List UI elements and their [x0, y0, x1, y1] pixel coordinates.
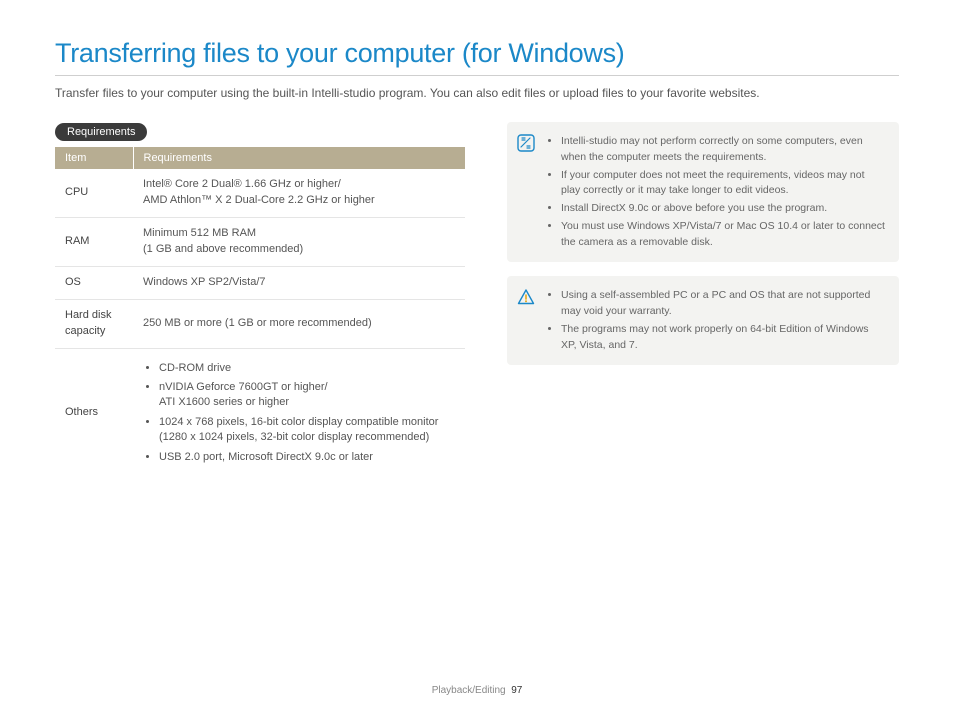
cell-label: RAM	[55, 217, 133, 266]
table-row: CPU Intel® Core 2 Dual® 1.66 GHz or high…	[55, 169, 465, 217]
list-item: If your computer does not meet the requi…	[561, 168, 885, 200]
warning-box: Using a self-assembled PC or a PC and OS…	[507, 276, 899, 365]
left-column: Requirements Item Requirements CPU Intel…	[55, 122, 465, 477]
cell-value: 250 MB or more (1 GB or more recommended…	[133, 299, 465, 348]
page-number: 97	[511, 685, 522, 696]
warning-icon	[517, 286, 535, 355]
requirements-badge: Requirements	[55, 123, 147, 141]
page-title: Transferring files to your computer (for…	[55, 38, 899, 69]
note-box: Intelli-studio may not perform correctly…	[507, 122, 899, 262]
th-item: Item	[55, 147, 133, 169]
list-item: CD-ROM drive	[159, 361, 455, 376]
footer: Playback/Editing 97	[0, 685, 954, 696]
list-item: USB 2.0 port, Microsoft DirectX 9.0c or …	[159, 450, 455, 465]
cell-label: CPU	[55, 169, 133, 217]
requirements-table: Item Requirements CPU Intel® Core 2 Dual…	[55, 147, 465, 477]
list-item: You must use Windows XP/Vista/7 or Mac O…	[561, 219, 885, 251]
list-item: 1024 x 768 pixels, 16-bit color display …	[159, 415, 455, 446]
cell-value: CD-ROM drive nVIDIA Geforce 7600GT or hi…	[133, 348, 465, 477]
list-item: Using a self-assembled PC or a PC and OS…	[561, 288, 885, 320]
list-item: Intelli-studio may not perform correctly…	[561, 134, 885, 166]
title-rule	[55, 75, 899, 76]
note-icon	[517, 132, 535, 252]
note-list: Intelli-studio may not perform correctly…	[545, 132, 885, 252]
cell-value: Windows XP SP2/Vista/7	[133, 266, 465, 299]
cell-label: OS	[55, 266, 133, 299]
footer-section: Playback/Editing	[432, 685, 506, 696]
right-column: Intelli-studio may not perform correctly…	[507, 122, 899, 477]
others-list: CD-ROM drive nVIDIA Geforce 7600GT or hi…	[143, 361, 455, 465]
table-row: OS Windows XP SP2/Vista/7	[55, 266, 465, 299]
list-item: Install DirectX 9.0c or above before you…	[561, 201, 885, 217]
note-list: Using a self-assembled PC or a PC and OS…	[545, 286, 885, 355]
th-req: Requirements	[133, 147, 465, 169]
list-item: The programs may not work properly on 64…	[561, 322, 885, 354]
cell-value: Intel® Core 2 Dual® 1.66 GHz or higher/ …	[133, 169, 465, 217]
content-columns: Requirements Item Requirements CPU Intel…	[55, 122, 899, 477]
cell-label: Others	[55, 348, 133, 477]
table-row: Others CD-ROM drive nVIDIA Geforce 7600G…	[55, 348, 465, 477]
cell-label: Hard disk capacity	[55, 299, 133, 348]
table-row: RAM Minimum 512 MB RAM (1 GB and above r…	[55, 217, 465, 266]
list-item: nVIDIA Geforce 7600GT or higher/ ATI X16…	[159, 380, 455, 411]
intro-text: Transfer files to your computer using th…	[55, 86, 899, 100]
cell-value: Minimum 512 MB RAM (1 GB and above recom…	[133, 217, 465, 266]
table-row: Hard disk capacity 250 MB or more (1 GB …	[55, 299, 465, 348]
